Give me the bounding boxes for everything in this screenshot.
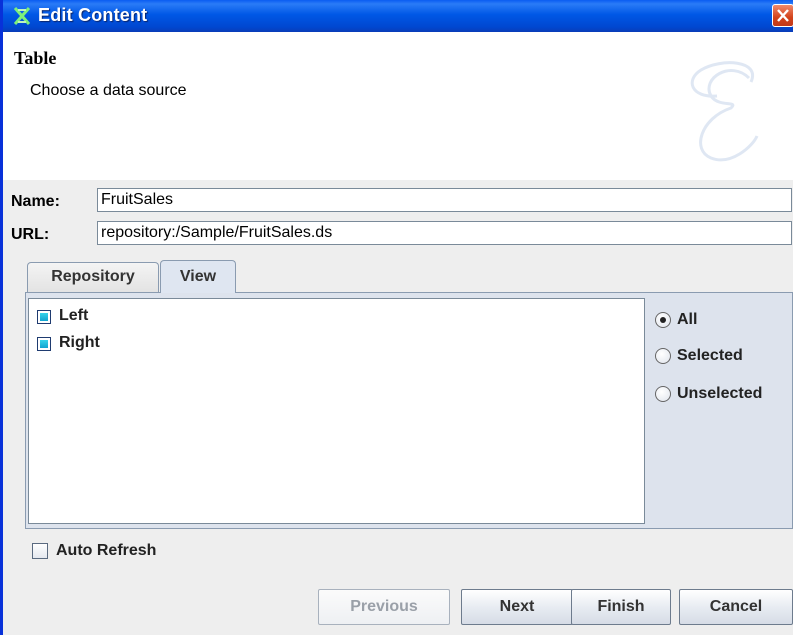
checkbox-icon xyxy=(32,543,48,559)
app-icon xyxy=(13,7,31,25)
view-tree[interactable]: Left Right xyxy=(28,298,645,524)
tab-repository[interactable]: Repository xyxy=(27,262,159,292)
edit-content-dialog: Edit Content Table Choose a data source … xyxy=(0,0,793,635)
radio-label: Selected xyxy=(677,347,743,364)
name-field[interactable] xyxy=(97,188,792,212)
url-label: URL: xyxy=(11,226,50,243)
radio-button-selected-icon xyxy=(655,312,671,328)
name-label: Name: xyxy=(11,193,60,210)
url-field[interactable] xyxy=(97,221,792,245)
table-node-icon xyxy=(37,310,51,324)
previous-button[interactable]: Previous xyxy=(318,589,450,625)
radio-label: Unselected xyxy=(677,385,763,402)
next-button[interactable]: Next xyxy=(461,589,573,625)
table-node-icon xyxy=(37,337,51,351)
page-subtitle: Choose a data source xyxy=(30,82,187,99)
script-e-logo-icon xyxy=(690,61,759,162)
tab-view[interactable]: View xyxy=(160,260,236,293)
tree-item-label: Right xyxy=(59,334,100,351)
window-title: Edit Content xyxy=(38,5,148,25)
radio-button-icon xyxy=(655,386,671,402)
tree-item-label: Left xyxy=(59,307,89,324)
finish-button[interactable]: Finish xyxy=(571,589,671,625)
radio-button-icon xyxy=(655,348,671,364)
radio-label: All xyxy=(677,311,698,328)
auto-refresh-label: Auto Refresh xyxy=(56,542,157,559)
page-title: Table xyxy=(14,48,57,68)
cancel-button[interactable]: Cancel xyxy=(679,589,793,625)
